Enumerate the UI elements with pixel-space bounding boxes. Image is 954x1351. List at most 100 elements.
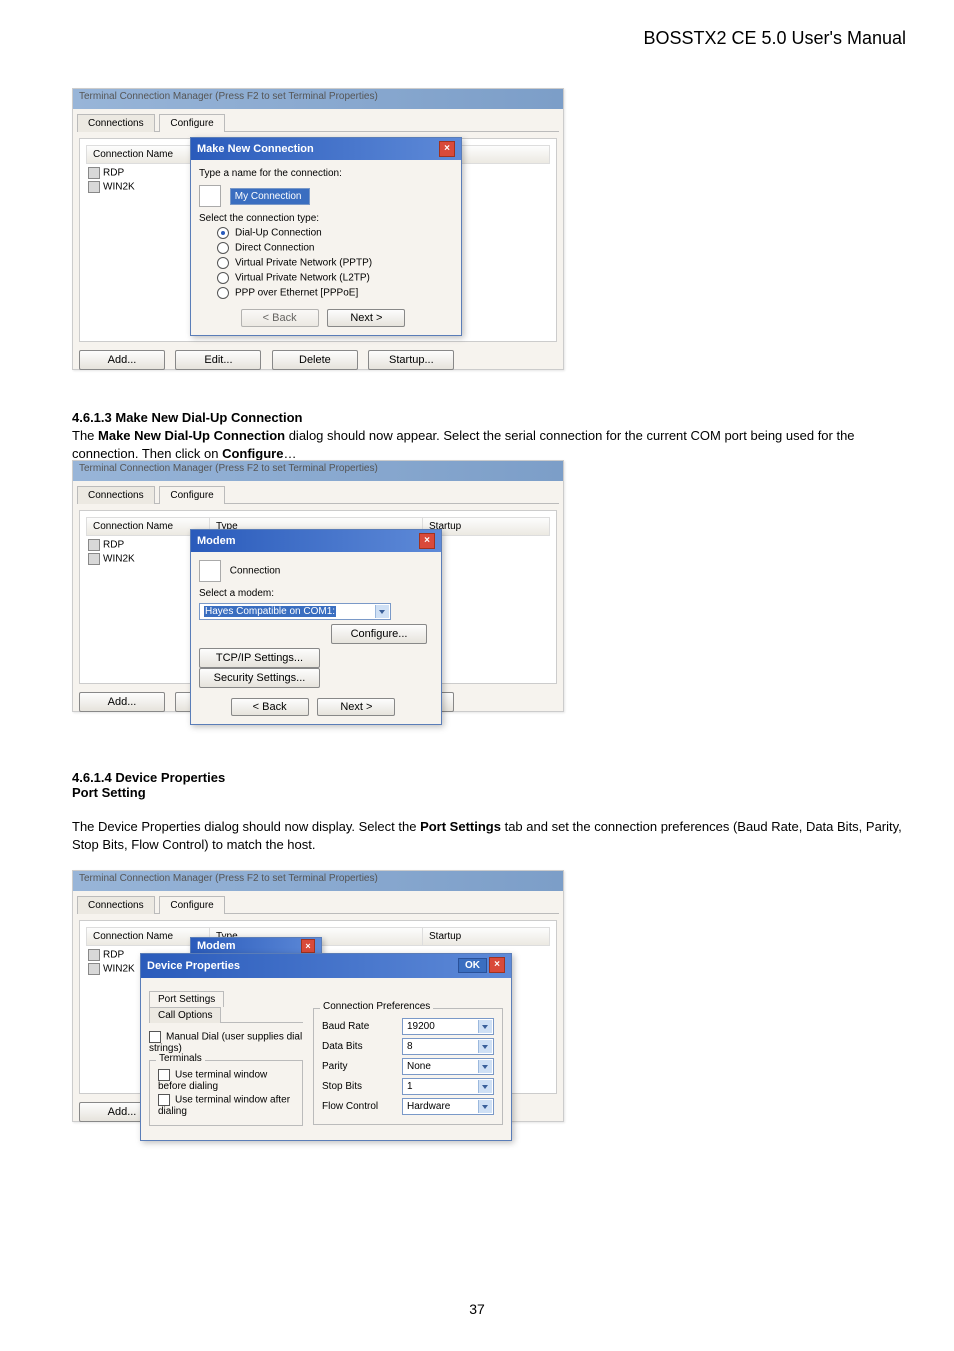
checkbox-label: Use terminal window after dialing: [158, 1095, 290, 1117]
device-properties-dialog: Device Properties OK × Port Settings Cal…: [140, 953, 512, 1141]
close-icon[interactable]: ×: [419, 533, 435, 549]
tab-connections[interactable]: Connections: [77, 896, 155, 914]
chevron-down-icon[interactable]: [478, 1060, 492, 1073]
dialog-title-text: Modem: [197, 940, 236, 952]
checkbox-icon: [158, 1069, 170, 1081]
edit-button[interactable]: Edit...: [175, 350, 261, 370]
baud-rate-select[interactable]: 19200: [402, 1018, 494, 1035]
ok-button[interactable]: OK: [458, 958, 487, 973]
radio-icon: [217, 257, 229, 269]
configure-button[interactable]: Configure...: [331, 624, 427, 644]
back-button[interactable]: < Back: [241, 309, 319, 327]
radio-dialup[interactable]: Dial-Up Connection: [217, 227, 453, 239]
dialog-body: Port Settings Call Options Manual Dial (…: [141, 978, 511, 1140]
chevron-down-icon[interactable]: [478, 1020, 492, 1033]
t-bold: Port Settings: [420, 819, 501, 834]
section-paragraph: The Device Properties dialog should now …: [72, 818, 906, 853]
connection-icon: [199, 185, 221, 207]
conn-name: WIN2K: [103, 964, 135, 975]
col-startup[interactable]: Startup: [423, 928, 549, 945]
connection-name-input[interactable]: My Connection: [230, 188, 310, 205]
close-icon[interactable]: ×: [301, 939, 315, 953]
modem-select[interactable]: Hayes Compatible on COM1:: [199, 603, 391, 620]
data-bits-select[interactable]: 8: [402, 1038, 494, 1055]
t-bold: Configure: [222, 446, 283, 461]
name-prompt: Type a name for the connection:: [199, 168, 453, 179]
dialog-title-text: Device Properties: [147, 960, 240, 972]
security-settings-button[interactable]: Security Settings...: [199, 668, 320, 688]
group-title: Terminals: [156, 1053, 205, 1064]
dialog-titlebar[interactable]: Make New Connection ×: [191, 138, 461, 160]
checkbox-icon: [158, 1094, 170, 1106]
computer-icon: [88, 963, 100, 975]
stop-bits-select[interactable]: 1: [402, 1078, 494, 1095]
checkbox-term-before[interactable]: Use terminal window before dialing: [158, 1069, 294, 1092]
t-bold: Make New Dial-Up Connection: [98, 428, 285, 443]
dp-tabs: Port Settings Call Options: [149, 990, 303, 1023]
dialog-titlebar[interactable]: Modem ×: [191, 530, 441, 552]
close-icon[interactable]: ×: [489, 957, 505, 973]
tab-call-options[interactable]: Call Options: [149, 1007, 221, 1023]
select-modem-label: Select a modem:: [199, 588, 433, 599]
left-pane: Port Settings Call Options Manual Dial (…: [149, 986, 303, 1132]
conn-name: WIN2K: [103, 554, 135, 565]
radio-icon: [217, 227, 229, 239]
radio-label: Virtual Private Network (PPTP): [235, 258, 372, 269]
pref-label: Flow Control: [322, 1101, 402, 1112]
pref-stop-bits: Stop Bits 1: [322, 1078, 494, 1095]
checkbox-icon: [149, 1031, 161, 1043]
make-new-connection-dialog: Make New Connection × Type a name for th…: [190, 137, 462, 336]
dialog-titlebar[interactable]: Device Properties OK ×: [141, 954, 511, 978]
radio-icon: [217, 242, 229, 254]
select-value: 19200: [407, 1021, 435, 1032]
select-value: 1: [407, 1081, 413, 1092]
radio-pptp[interactable]: Virtual Private Network (PPTP): [217, 257, 453, 269]
tab-configure[interactable]: Configure: [159, 896, 224, 914]
radio-label: Dial-Up Connection: [235, 228, 322, 239]
checkbox-label: Manual Dial (user supplies dial strings): [149, 1032, 302, 1054]
tab-configure[interactable]: Configure: [159, 486, 224, 504]
computer-icon: [88, 553, 100, 565]
screenshot-device-properties: Terminal Connection Manager (Press F2 to…: [72, 870, 564, 1122]
section-4-6-1-3: 4.6.1.3 Make New Dial-Up Connection The …: [72, 410, 906, 462]
computer-icon: [88, 539, 100, 551]
close-icon[interactable]: ×: [439, 141, 455, 157]
radio-pppoe[interactable]: PPP over Ethernet [PPPoE]: [217, 287, 453, 299]
terminals-group: Terminals Use terminal window before dia…: [149, 1060, 303, 1126]
flow-control-select[interactable]: Hardware: [402, 1098, 494, 1115]
radio-icon: [217, 287, 229, 299]
computer-icon: [88, 167, 100, 179]
tab-port-settings[interactable]: Port Settings: [149, 991, 224, 1007]
add-button[interactable]: Add...: [79, 350, 165, 370]
radio-l2tp[interactable]: Virtual Private Network (L2TP): [217, 272, 453, 284]
conn-name: RDP: [103, 950, 124, 961]
checkbox-term-after[interactable]: Use terminal window after dialing: [158, 1094, 294, 1117]
chevron-down-icon[interactable]: [478, 1100, 492, 1113]
tab-connections[interactable]: Connections: [77, 114, 155, 132]
select-value: None: [407, 1061, 431, 1072]
computer-icon: [88, 181, 100, 193]
startup-button[interactable]: Startup...: [368, 350, 454, 370]
tab-row: Connections Configure: [77, 485, 559, 504]
connection-sub: Connection: [230, 566, 281, 577]
chevron-down-icon[interactable]: [478, 1040, 492, 1053]
page-number: 37: [0, 1301, 954, 1317]
next-button[interactable]: Next >: [317, 698, 395, 716]
back-button[interactable]: < Back: [231, 698, 309, 716]
dialog-title-text: Modem: [197, 535, 236, 547]
checkbox-manual-dial[interactable]: Manual Dial (user supplies dial strings): [149, 1031, 303, 1054]
delete-button[interactable]: Delete: [272, 350, 358, 370]
chevron-down-icon[interactable]: [375, 605, 389, 618]
chevron-down-icon[interactable]: [478, 1080, 492, 1093]
tab-configure[interactable]: Configure: [159, 114, 224, 132]
tcpip-settings-button[interactable]: TCP/IP Settings...: [199, 648, 320, 668]
add-button[interactable]: Add...: [79, 692, 165, 712]
tab-connections[interactable]: Connections: [77, 486, 155, 504]
select-value: Hardware: [407, 1101, 450, 1112]
modem-dialog: Modem × Connection Select a modem: Hayes…: [190, 529, 442, 725]
pref-baud-rate: Baud Rate 19200: [322, 1018, 494, 1035]
radio-direct[interactable]: Direct Connection: [217, 242, 453, 254]
next-button[interactable]: Next >: [327, 309, 405, 327]
screenshot-modem-dialog: Terminal Connection Manager (Press F2 to…: [72, 460, 564, 712]
parity-select[interactable]: None: [402, 1058, 494, 1075]
